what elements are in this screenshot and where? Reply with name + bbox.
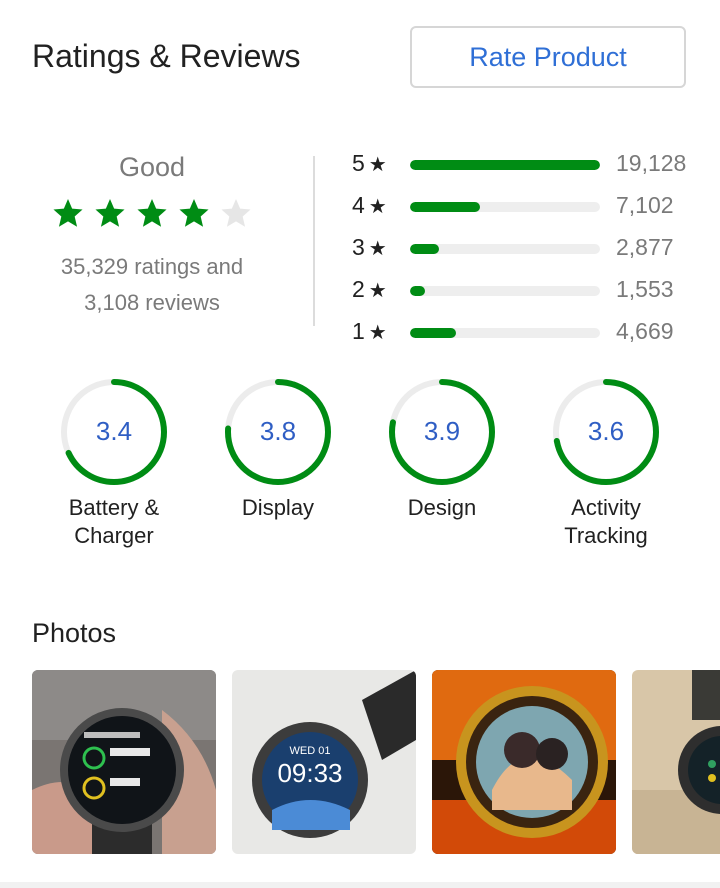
distribution-track — [410, 286, 600, 296]
aspect-label-line: Display — [241, 495, 315, 520]
rate-product-button[interactable]: Rate Product — [410, 26, 686, 88]
divider — [313, 156, 315, 326]
rating-summary: Good 35,329 ratings and 3,108 reviews 5 ★… — [0, 140, 720, 350]
distribution-row: 4 ★ 7,102 — [352, 188, 712, 230]
star-filled-icon — [95, 199, 125, 227]
distribution-fill — [410, 286, 426, 296]
distribution-track — [410, 202, 600, 212]
distribution-row: 1 ★ 4,669 — [352, 314, 712, 356]
rating-counts: 35,329 ratings and 3,108 reviews — [40, 249, 264, 321]
aspect-label-line: Activity — [571, 495, 641, 520]
overall-label: Good — [118, 152, 186, 182]
star-filled-icon — [137, 199, 167, 227]
distribution-count: 1,553 — [616, 276, 674, 302]
review-photo[interactable]: 09:33 WED 01 — [232, 670, 416, 854]
distribution-fill — [410, 160, 600, 170]
ratings-count-text: 35,329 ratings and — [60, 254, 244, 279]
star-filled-icon — [179, 199, 209, 227]
star-icon: ★ — [368, 154, 387, 176]
section-title: Ratings & Reviews — [32, 38, 301, 74]
star-icon: ★ — [368, 238, 387, 260]
watch-photo-image: 09:33 WED 01 — [232, 670, 416, 854]
distribution-row: 5 ★ 19,128 — [352, 146, 712, 188]
watch-photo-image — [32, 670, 216, 854]
review-photo[interactable] — [632, 670, 720, 854]
distribution-count: 19,128 — [616, 150, 687, 176]
aspect-score: 3.9 — [423, 416, 461, 446]
aspect-label: Activity Tracking — [524, 494, 688, 550]
aspect-label-line: Charger — [74, 523, 154, 548]
bottom-divider — [0, 882, 720, 888]
star-icon: ★ — [368, 196, 387, 218]
star-empty-icon — [221, 199, 251, 227]
distribution-count: 2,877 — [616, 234, 674, 260]
review-photo[interactable] — [432, 670, 616, 854]
distribution-row: 3 ★ 2,877 — [352, 230, 712, 272]
aspect-label-line: Battery & — [68, 495, 160, 520]
aspect-score: 3.6 — [587, 416, 625, 446]
distribution-track — [410, 244, 600, 254]
aspect-ratings: 3.4 Battery & Charger 3.8 Display 3.9 De… — [0, 376, 720, 566]
distribution-fill — [410, 328, 456, 338]
distribution-fill — [410, 244, 439, 254]
star-rating — [40, 197, 264, 229]
star-icon: ★ — [368, 322, 387, 344]
photos-strip[interactable]: 09:33 WED 01 — [32, 670, 720, 854]
aspect-score: 3.4 — [95, 416, 133, 446]
review-photo[interactable] — [32, 670, 216, 854]
svg-text:09:33: 09:33 — [277, 758, 342, 788]
aspect-score: 3.8 — [259, 416, 297, 446]
aspect-battery[interactable]: 3.4 Battery & Charger — [32, 376, 196, 550]
aspect-design[interactable]: 3.9 Design — [360, 376, 524, 522]
distribution-count: 4,669 — [616, 318, 674, 344]
star-level: 2 — [352, 276, 365, 302]
overall-rating: Good 35,329 ratings and 3,108 reviews — [40, 140, 264, 321]
distribution-count: 7,102 — [616, 192, 674, 218]
rating-distribution: 5 ★ 19,128 4 ★ 7,102 3 ★ 2,877 2 ★ 1,553 1 ★ … — [352, 146, 712, 356]
star-filled-icon — [53, 199, 83, 227]
distribution-track — [410, 160, 600, 170]
star-level: 1 — [352, 318, 365, 344]
distribution-fill — [410, 202, 481, 212]
star-icon: ★ — [368, 280, 387, 302]
aspect-label: Battery & Charger — [32, 494, 196, 550]
aspect-activity-tracking[interactable]: 3.6 Activity Tracking — [524, 376, 688, 550]
watch-photo-image — [432, 670, 616, 854]
aspect-display[interactable]: 3.8 Display — [196, 376, 360, 522]
star-level: 3 — [352, 234, 365, 260]
reviews-count-text: 3,108 reviews — [84, 290, 220, 315]
aspect-label: Design — [360, 494, 524, 522]
distribution-track — [410, 328, 600, 338]
aspect-label-line: Tracking — [564, 523, 648, 548]
reviews-header: Ratings & Reviews Rate Product — [0, 0, 720, 110]
aspect-label: Display — [196, 494, 360, 522]
photos-title: Photos — [32, 618, 117, 648]
aspect-label-line: Design — [407, 495, 477, 520]
svg-text:WED 01: WED 01 — [290, 745, 331, 757]
star-level: 5 — [352, 150, 365, 176]
watch-photo-image — [632, 670, 720, 854]
distribution-row: 2 ★ 1,553 — [352, 272, 712, 314]
star-level: 4 — [352, 192, 365, 218]
